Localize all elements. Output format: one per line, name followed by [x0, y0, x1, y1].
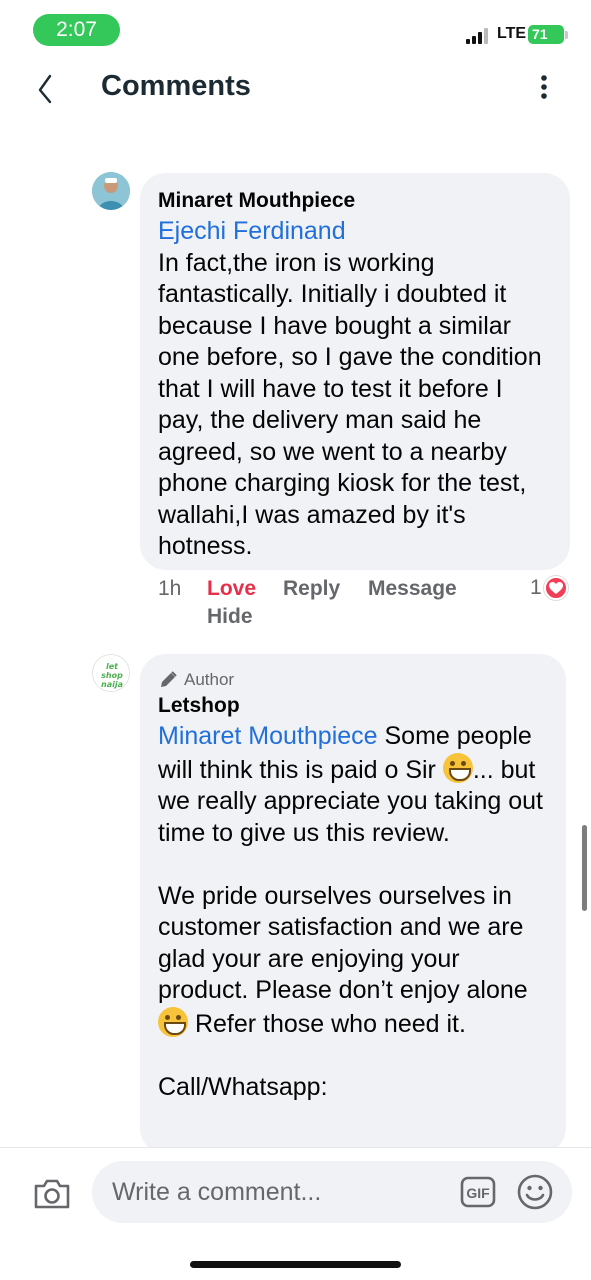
comment-time: 1h	[158, 577, 182, 600]
cellular-signal-icon	[466, 28, 488, 44]
pencil-icon	[161, 671, 177, 687]
header-bar: Comments	[0, 60, 591, 115]
love-reaction-button[interactable]: Love	[207, 577, 256, 601]
gif-button[interactable]: GIF	[460, 1175, 496, 1209]
comment-body: In fact,the iron is working fantasticall…	[158, 248, 549, 561]
grinning-face-icon	[442, 752, 473, 783]
more-options-button[interactable]	[530, 70, 558, 106]
avatar[interactable]: let shop naija	[92, 654, 130, 692]
comment-text: Minaret Mouthpiece Some people will thin…	[158, 721, 548, 1103]
comment-author[interactable]: Minaret Mouthpiece	[158, 187, 552, 214]
smiley-icon	[517, 1174, 553, 1210]
comment-author[interactable]: Letshop	[158, 692, 548, 719]
status-bar: 2:07 LTE 71	[0, 0, 591, 60]
vertical-dots-icon	[541, 75, 547, 99]
comment-input[interactable]	[112, 1161, 452, 1223]
page-title: Comments	[101, 70, 251, 102]
network-type: LTE	[497, 25, 527, 42]
comment-bubble[interactable]: Minaret Mouthpiece Ejechi Ferdinand In f…	[140, 173, 570, 570]
comment-item: Minaret Mouthpiece Ejechi Ferdinand In f…	[0, 170, 591, 640]
scrollbar[interactable]	[582, 825, 587, 911]
comment-bubble[interactable]: Author Letshop Minaret Mouthpiece Some p…	[140, 654, 566, 1154]
gif-icon: GIF	[460, 1176, 496, 1208]
message-button[interactable]: Message	[368, 577, 457, 601]
author-badge: Author	[158, 668, 548, 692]
reaction-count: 1	[530, 576, 542, 599]
comment-composer: GIF	[0, 1147, 591, 1280]
chevron-left-icon	[38, 74, 52, 104]
author-badge-label: Author	[184, 670, 235, 689]
mention-link[interactable]: Minaret Mouthpiece	[158, 722, 378, 750]
letshop-logo-icon: let shop naija	[93, 655, 129, 691]
user-photo-icon	[92, 172, 130, 210]
reaction-summary[interactable]: 1	[530, 576, 568, 600]
comment-body-part: We pride ourselves ourselves in customer…	[158, 881, 535, 1005]
status-time: 2:07	[33, 14, 120, 46]
avatar[interactable]	[92, 172, 130, 210]
hide-button[interactable]: Hide	[207, 605, 253, 629]
heart-icon	[543, 576, 568, 600]
svg-text:GIF: GIF	[466, 1185, 490, 1201]
comment-body-part: Refer those who need it.	[188, 1009, 466, 1038]
battery-icon	[565, 31, 568, 39]
camera-button[interactable]	[32, 1176, 72, 1212]
battery-level: 71	[528, 25, 564, 44]
svg-text:naija: naija	[101, 680, 123, 689]
svg-text:let: let	[106, 662, 119, 671]
camera-icon	[34, 1179, 70, 1209]
back-button[interactable]	[30, 68, 66, 108]
comment-input-container: GIF	[92, 1161, 572, 1223]
emoji-button[interactable]	[516, 1173, 554, 1211]
home-indicator[interactable]	[190, 1261, 401, 1268]
grinning-face-icon	[158, 1006, 188, 1037]
comment-body-part: Call/Whatsapp:	[158, 1072, 328, 1101]
svg-text:shop: shop	[101, 671, 123, 680]
comment-actions: 1h Love Reply Message Hide	[158, 577, 578, 637]
comment-item: let shop naija Author Letshop Minaret Mo…	[0, 652, 591, 1154]
mention-link[interactable]: Ejechi Ferdinand	[158, 217, 346, 245]
reply-button[interactable]: Reply	[283, 577, 340, 601]
comment-text: Ejechi Ferdinand In fact,the iron is wor…	[158, 216, 552, 563]
